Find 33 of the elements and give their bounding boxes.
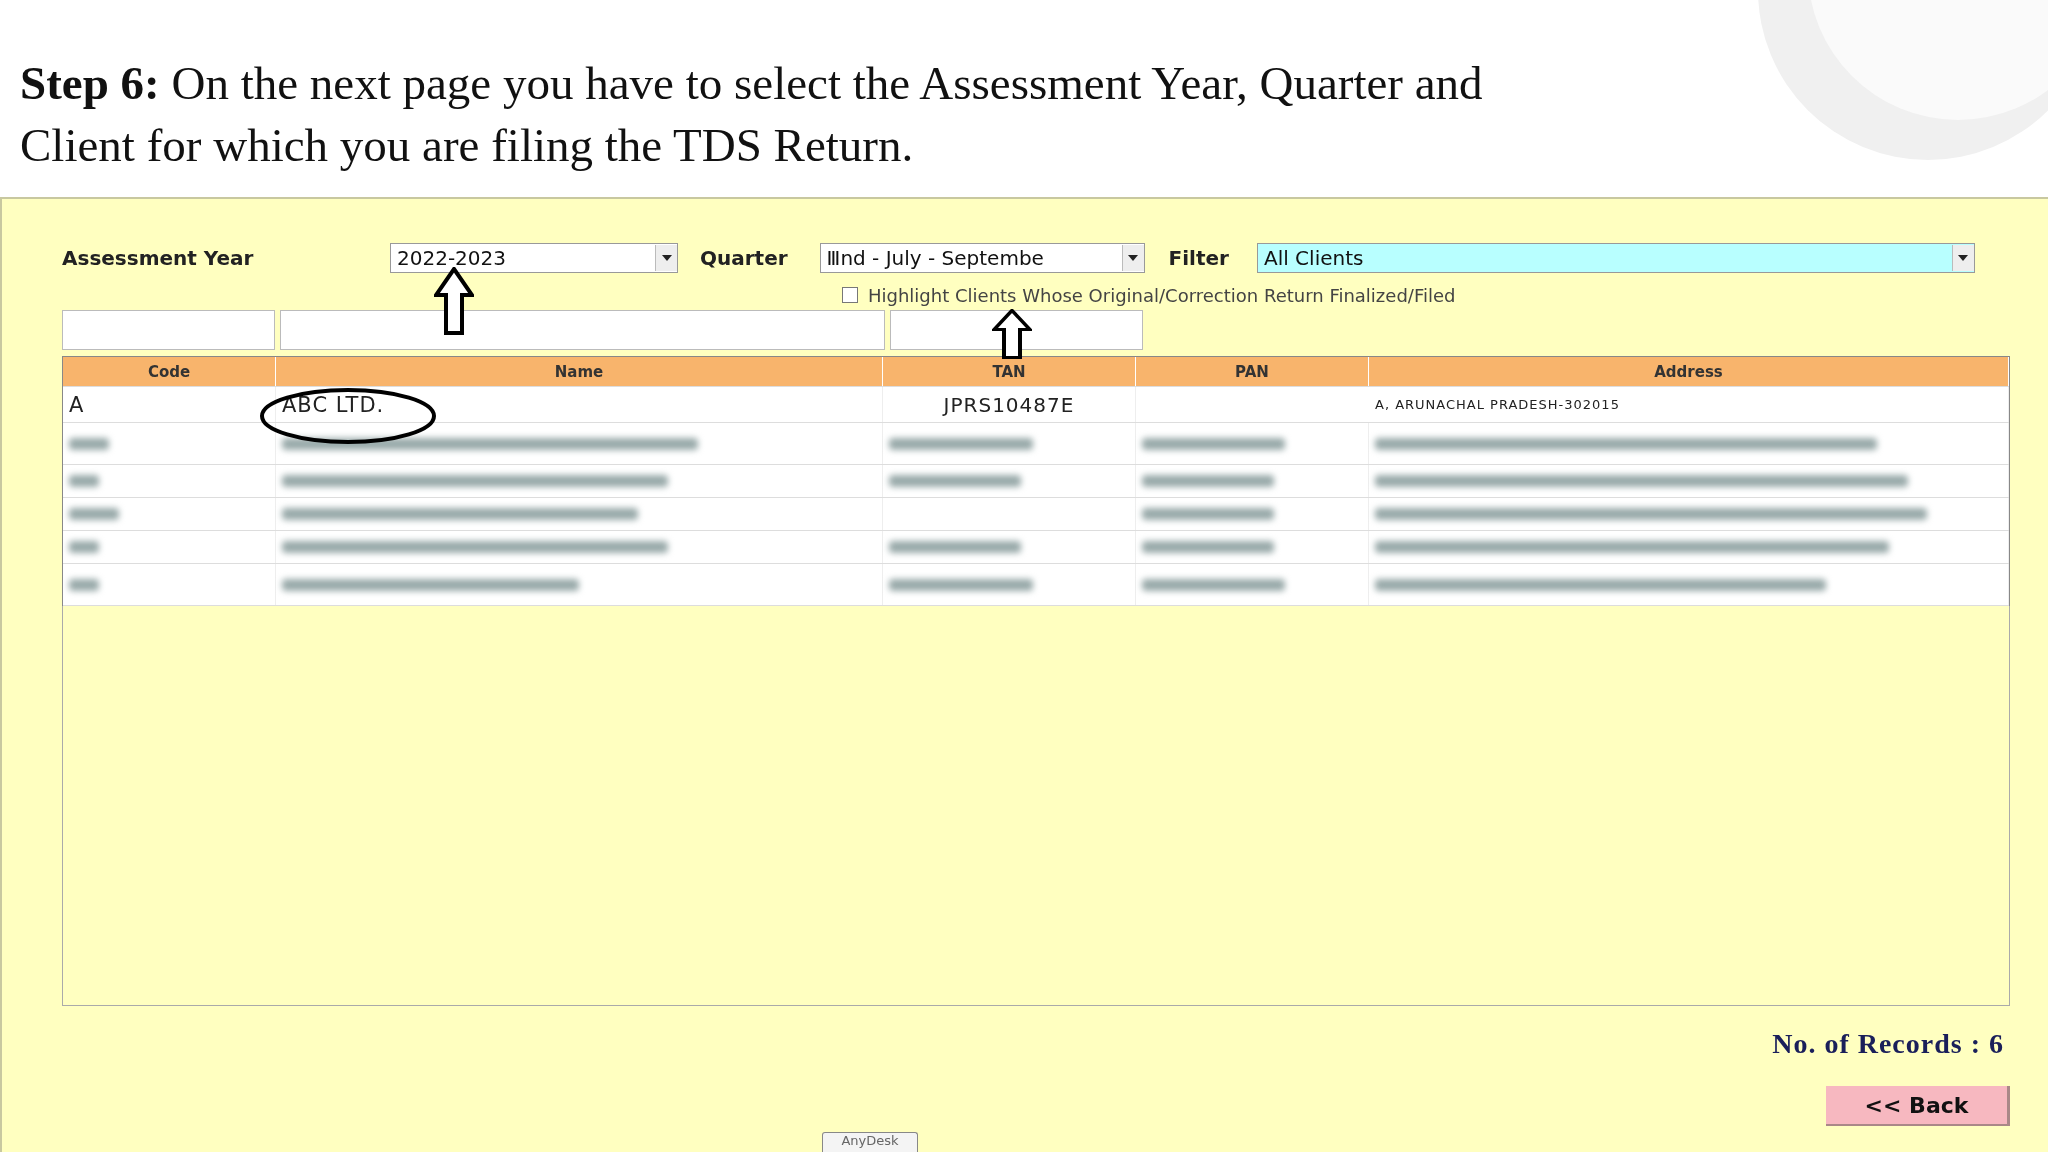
redacted-text: [69, 508, 119, 520]
back-button[interactable]: << Back: [1826, 1086, 2010, 1126]
column-header[interactable]: TAN: [883, 357, 1136, 386]
filter-dropdown[interactable]: All Clients: [1256, 243, 1975, 273]
column-header[interactable]: Address: [1369, 357, 2009, 386]
table-cell: JPRS10487E: [883, 387, 1136, 422]
table-cell: ABC LTD.: [276, 387, 883, 422]
quarter-label: Quarter: [700, 246, 788, 270]
assessment-year-dropdown[interactable]: 2022-2023: [390, 243, 678, 273]
column-header[interactable]: Code: [63, 357, 276, 386]
caret-icon: [655, 245, 677, 271]
records-count: No. of Records : 6: [1772, 1028, 2004, 1060]
caret-icon: [1121, 245, 1144, 271]
highlight-checkbox[interactable]: [842, 287, 858, 303]
quarter-dropdown[interactable]: Ⅲnd - July - Septembe: [819, 243, 1145, 273]
column-header[interactable]: PAN: [1136, 357, 1369, 386]
redacted-text: [69, 578, 99, 591]
table-cell: A: [63, 387, 276, 422]
slide-heading: Step 6: On the next page you have to select the Assessment Year, Quarter and Client for which you are filing the TDS Return.: [19, 56, 1484, 173]
redacted-text: [69, 541, 99, 553]
name-search-field[interactable]: [280, 310, 885, 350]
assessment-year-label: Assessment Year: [62, 246, 255, 270]
filter-label: Filter: [1168, 246, 1229, 270]
tan-search-field[interactable]: [890, 310, 1143, 350]
anydesk-tab[interactable]: AnyDesk: [822, 1132, 918, 1152]
highlight-label: Highlight Clients Whose Original/Correction Return Finalized/Filed: [868, 284, 1456, 306]
column-header[interactable]: Name: [276, 357, 883, 386]
table-cell: A, ARUNACHAL PRADESH-302015: [1369, 387, 2009, 422]
redacted-text: [69, 437, 109, 450]
up-arrow-icon: [434, 267, 474, 335]
code-search-field[interactable]: [62, 310, 275, 350]
caret-icon: [1951, 245, 1974, 271]
redacted-text: [69, 475, 99, 487]
